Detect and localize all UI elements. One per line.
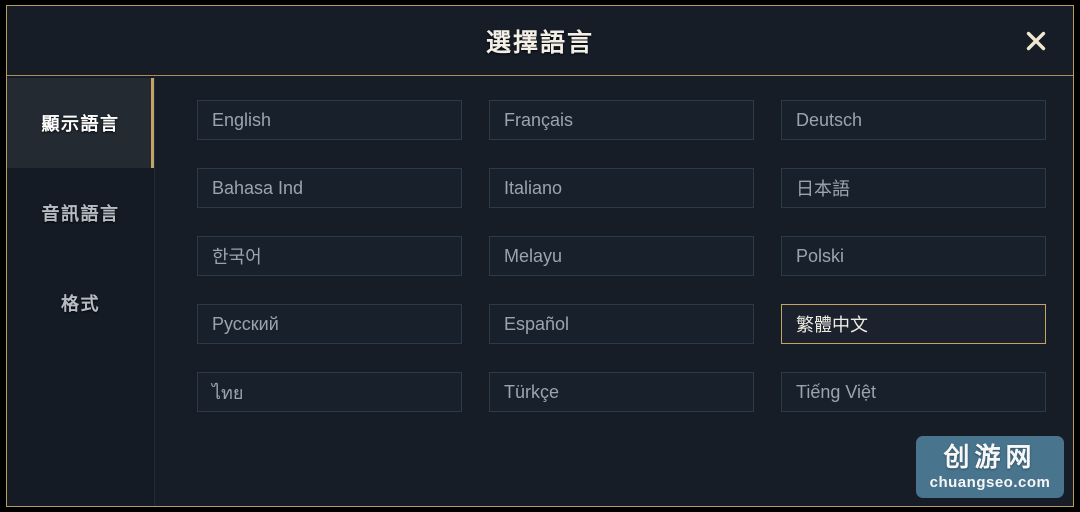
language-option[interactable]: English xyxy=(197,100,462,140)
language-option[interactable]: Русский xyxy=(197,304,462,344)
language-option-label: ไทย xyxy=(212,382,244,403)
language-option-label: Русский xyxy=(212,313,279,334)
sidebar-item-2[interactable]: 格式 xyxy=(7,258,154,348)
language-option[interactable]: Italiano xyxy=(489,168,754,208)
watermark-logo: 创游网 chuangseo.com xyxy=(916,436,1064,498)
sidebar: 顯示語言音訊語言格式 xyxy=(7,76,155,506)
watermark-brand: 创游网 xyxy=(943,442,1037,473)
sidebar-item-label: 音訊語言 xyxy=(41,204,120,224)
language-option[interactable]: Tiếng Việt xyxy=(781,372,1046,412)
dialog-body: 顯示語言音訊語言格式 English Français Deutsch Bahasa … xyxy=(7,76,1073,506)
language-option-label: Italiano xyxy=(504,177,563,198)
watermark-url: chuangseo.com xyxy=(929,473,1051,491)
language-option-label: Deutsch xyxy=(796,109,863,130)
language-option-label: 日本語 xyxy=(796,179,850,199)
language-option[interactable]: Français xyxy=(489,100,754,140)
language-option[interactable]: Deutsch xyxy=(781,100,1046,140)
language-option-label: Melayu xyxy=(504,245,563,266)
language-option-label: Bahasa Ind xyxy=(212,177,304,198)
language-dialog: 選擇語言 顯示語言音訊語言格式 English Français Deutsch Ba… xyxy=(6,5,1074,507)
sidebar-item-label: 格式 xyxy=(61,294,100,314)
language-option-label: Polski xyxy=(796,245,845,266)
page-title: 選擇語言 xyxy=(485,28,594,57)
language-option-label: English xyxy=(212,109,272,130)
close-icon[interactable] xyxy=(1019,24,1053,58)
sidebar-item-label: 顯示語言 xyxy=(41,114,120,134)
language-option-label: Türkçe xyxy=(504,381,560,402)
language-content-panel: English Français Deutsch Bahasa Ind Italiano… xyxy=(155,76,1073,506)
language-option[interactable]: 한국어 xyxy=(197,236,462,276)
dialog-header: 選擇語言 xyxy=(7,6,1073,76)
language-option[interactable]: Melayu xyxy=(489,236,754,276)
language-option-label: Español xyxy=(504,313,570,334)
language-option[interactable]: 繁體中文 xyxy=(781,304,1046,344)
language-option[interactable]: Bahasa Ind xyxy=(197,168,462,208)
sidebar-item-0[interactable]: 顯示語言 xyxy=(7,78,154,168)
language-option[interactable]: ไทย xyxy=(197,372,462,412)
language-option-label: Tiếng Việt xyxy=(796,381,877,402)
language-option-label: Français xyxy=(504,109,574,130)
language-option[interactable]: 日本語 xyxy=(781,168,1046,208)
language-grid: English Français Deutsch Bahasa Ind Italiano… xyxy=(197,100,1046,412)
language-option[interactable]: Türkçe xyxy=(489,372,754,412)
language-option-label: 繁體中文 xyxy=(796,315,868,335)
sidebar-item-1[interactable]: 音訊語言 xyxy=(7,168,154,258)
language-option[interactable]: Español xyxy=(489,304,754,344)
language-option[interactable]: Polski xyxy=(781,236,1046,276)
language-option-label: 한국어 xyxy=(212,247,262,267)
